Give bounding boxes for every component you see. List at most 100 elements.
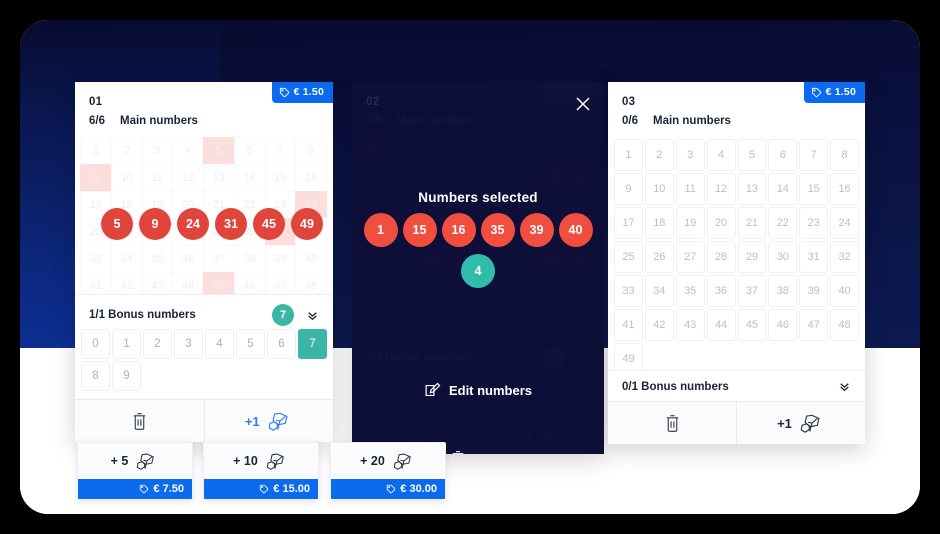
- number-cell[interactable]: 37: [737, 275, 767, 307]
- number-cell[interactable]: 44: [706, 309, 736, 341]
- number-cell[interactable]: 12: [706, 173, 736, 205]
- number-cell[interactable]: 3: [675, 139, 705, 171]
- delete-button[interactable]: [75, 400, 204, 442]
- number-cell[interactable]: 18: [644, 207, 674, 239]
- number-cell[interactable]: 38: [768, 275, 798, 307]
- number-cell[interactable]: 4: [706, 139, 736, 171]
- number-cell[interactable]: 29: [737, 241, 767, 273]
- number-cell[interactable]: 11: [675, 173, 705, 205]
- delete-button[interactable]: [608, 402, 736, 444]
- number-cell[interactable]: 40: [295, 245, 327, 273]
- number-cell[interactable]: 1: [112, 329, 141, 359]
- number-cell[interactable]: 34: [644, 275, 674, 307]
- number-cell[interactable]: 7: [298, 329, 327, 359]
- bonus-bar[interactable]: 0/1 Bonus numbers: [608, 370, 865, 402]
- number-cell[interactable]: 6: [267, 329, 296, 359]
- number-cell[interactable]: 14: [233, 164, 266, 192]
- number-cell[interactable]: 35: [675, 275, 705, 307]
- number-cell[interactable]: 33: [614, 275, 643, 307]
- ticket-card-02-modal[interactable]: 02 6/6Main numbers € 1.50 12345678910111…: [352, 82, 604, 454]
- number-cell[interactable]: 0: [81, 329, 110, 359]
- close-icon[interactable]: [574, 95, 592, 113]
- number-cell[interactable]: 20: [706, 207, 736, 239]
- number-cell[interactable]: 9: [80, 164, 112, 192]
- number-cell[interactable]: 6: [233, 137, 266, 165]
- number-cell[interactable]: 27: [675, 241, 705, 273]
- number-cell[interactable]: 21: [737, 207, 767, 239]
- add-ticket-button[interactable]: +1: [203, 400, 333, 442]
- quantity-button-10[interactable]: + 10 € 15.00: [203, 442, 319, 500]
- number-cell[interactable]: 13: [203, 164, 235, 192]
- trash-icon: [452, 451, 464, 454]
- number-cell[interactable]: 8: [81, 361, 110, 391]
- number-cell[interactable]: 9: [112, 361, 141, 391]
- number-cell[interactable]: 19: [675, 207, 705, 239]
- quantity-button-20[interactable]: + 20 € 30.00: [330, 442, 446, 500]
- number-cell[interactable]: 8: [830, 139, 859, 171]
- number-cell[interactable]: 47: [799, 309, 829, 341]
- number-cell[interactable]: 5: [236, 329, 265, 359]
- number-cell[interactable]: 5: [203, 137, 235, 165]
- number-cell[interactable]: 12: [172, 164, 204, 192]
- number-cell[interactable]: 16: [295, 164, 327, 192]
- number-cell[interactable]: 15: [799, 173, 829, 205]
- number-cell[interactable]: 8: [295, 137, 327, 165]
- number-cell[interactable]: 39: [264, 245, 297, 273]
- number-cell[interactable]: 17: [614, 207, 643, 239]
- number-cell[interactable]: 46: [768, 309, 798, 341]
- number-cell[interactable]: 42: [644, 309, 674, 341]
- number-cell[interactable]: 11: [141, 164, 174, 192]
- number-cell[interactable]: 3: [141, 137, 174, 165]
- add-ticket-button[interactable]: +1: [736, 402, 865, 444]
- ticket-card-03[interactable]: 03 0/6 Main numbers € 1.50 1 2 3 4 5 6 7 8 9 10 11 1…: [608, 82, 865, 444]
- number-cell[interactable]: 26: [644, 241, 674, 273]
- number-cell[interactable]: 1: [80, 137, 112, 165]
- number-cell[interactable]: 43: [675, 309, 705, 341]
- number-cell[interactable]: 33: [80, 245, 112, 273]
- number-cell[interactable]: 2: [143, 329, 172, 359]
- number-cell[interactable]: 25: [614, 241, 643, 273]
- ticket-card-01[interactable]: 01 6/6 Main numbers € 1.50 1 2 3 4 5 6 7 8 9 10 11 1…: [75, 82, 333, 442]
- bonus-number-grid[interactable]: 01234567 89: [80, 328, 328, 392]
- number-cell[interactable]: 5: [737, 139, 767, 171]
- number-cell[interactable]: 10: [644, 173, 674, 205]
- number-cell[interactable]: 45: [737, 309, 767, 341]
- number-cell[interactable]: 4: [205, 329, 234, 359]
- number-cell[interactable]: 24: [830, 207, 859, 239]
- number-cell[interactable]: 36: [706, 275, 736, 307]
- number-cell[interactable]: 13: [737, 173, 767, 205]
- chevron-double-down-icon[interactable]: [306, 309, 319, 322]
- number-cell[interactable]: 32: [830, 241, 859, 273]
- number-cell[interactable]: 31: [799, 241, 829, 273]
- number-cell[interactable]: 40: [830, 275, 859, 307]
- number-cell[interactable]: 3: [174, 329, 203, 359]
- number-cell[interactable]: 39: [799, 275, 829, 307]
- number-cell[interactable]: 15: [264, 164, 297, 192]
- chevron-double-down-icon[interactable]: [838, 380, 851, 393]
- number-cell[interactable]: 36: [172, 245, 204, 273]
- number-cell[interactable]: 30: [768, 241, 798, 273]
- number-cell[interactable]: 41: [614, 309, 643, 341]
- number-cell[interactable]: 22: [768, 207, 798, 239]
- number-cell[interactable]: 38: [233, 245, 266, 273]
- number-cell[interactable]: 37: [203, 245, 235, 273]
- number-cell[interactable]: 1: [614, 139, 643, 171]
- number-cell[interactable]: 10: [110, 164, 143, 192]
- number-cell[interactable]: 14: [768, 173, 798, 205]
- number-cell[interactable]: 9: [614, 173, 643, 205]
- number-cell[interactable]: 48: [830, 309, 859, 341]
- number-cell[interactable]: 2: [110, 137, 143, 165]
- number-cell[interactable]: 34: [110, 245, 143, 273]
- number-cell[interactable]: 35: [141, 245, 174, 273]
- number-cell[interactable]: 2: [644, 139, 674, 171]
- number-cell[interactable]: 7: [264, 137, 297, 165]
- number-cell[interactable]: 23: [799, 207, 829, 239]
- number-cell[interactable]: 7: [799, 139, 829, 171]
- edit-numbers-button[interactable]: Edit numbers: [352, 382, 604, 399]
- number-cell[interactable]: 4: [172, 137, 204, 165]
- number-cell[interactable]: 28: [706, 241, 736, 273]
- number-cell[interactable]: 16: [830, 173, 859, 205]
- number-cell[interactable]: 6: [768, 139, 798, 171]
- quantity-button-5[interactable]: + 5 € 7.50: [77, 442, 193, 500]
- main-number-grid[interactable]: 1 2 3 4 5 6 7 8 9 10 11 12 13 14 15 16 17 18 19 20 21 22 23 24 2…: [608, 138, 865, 376]
